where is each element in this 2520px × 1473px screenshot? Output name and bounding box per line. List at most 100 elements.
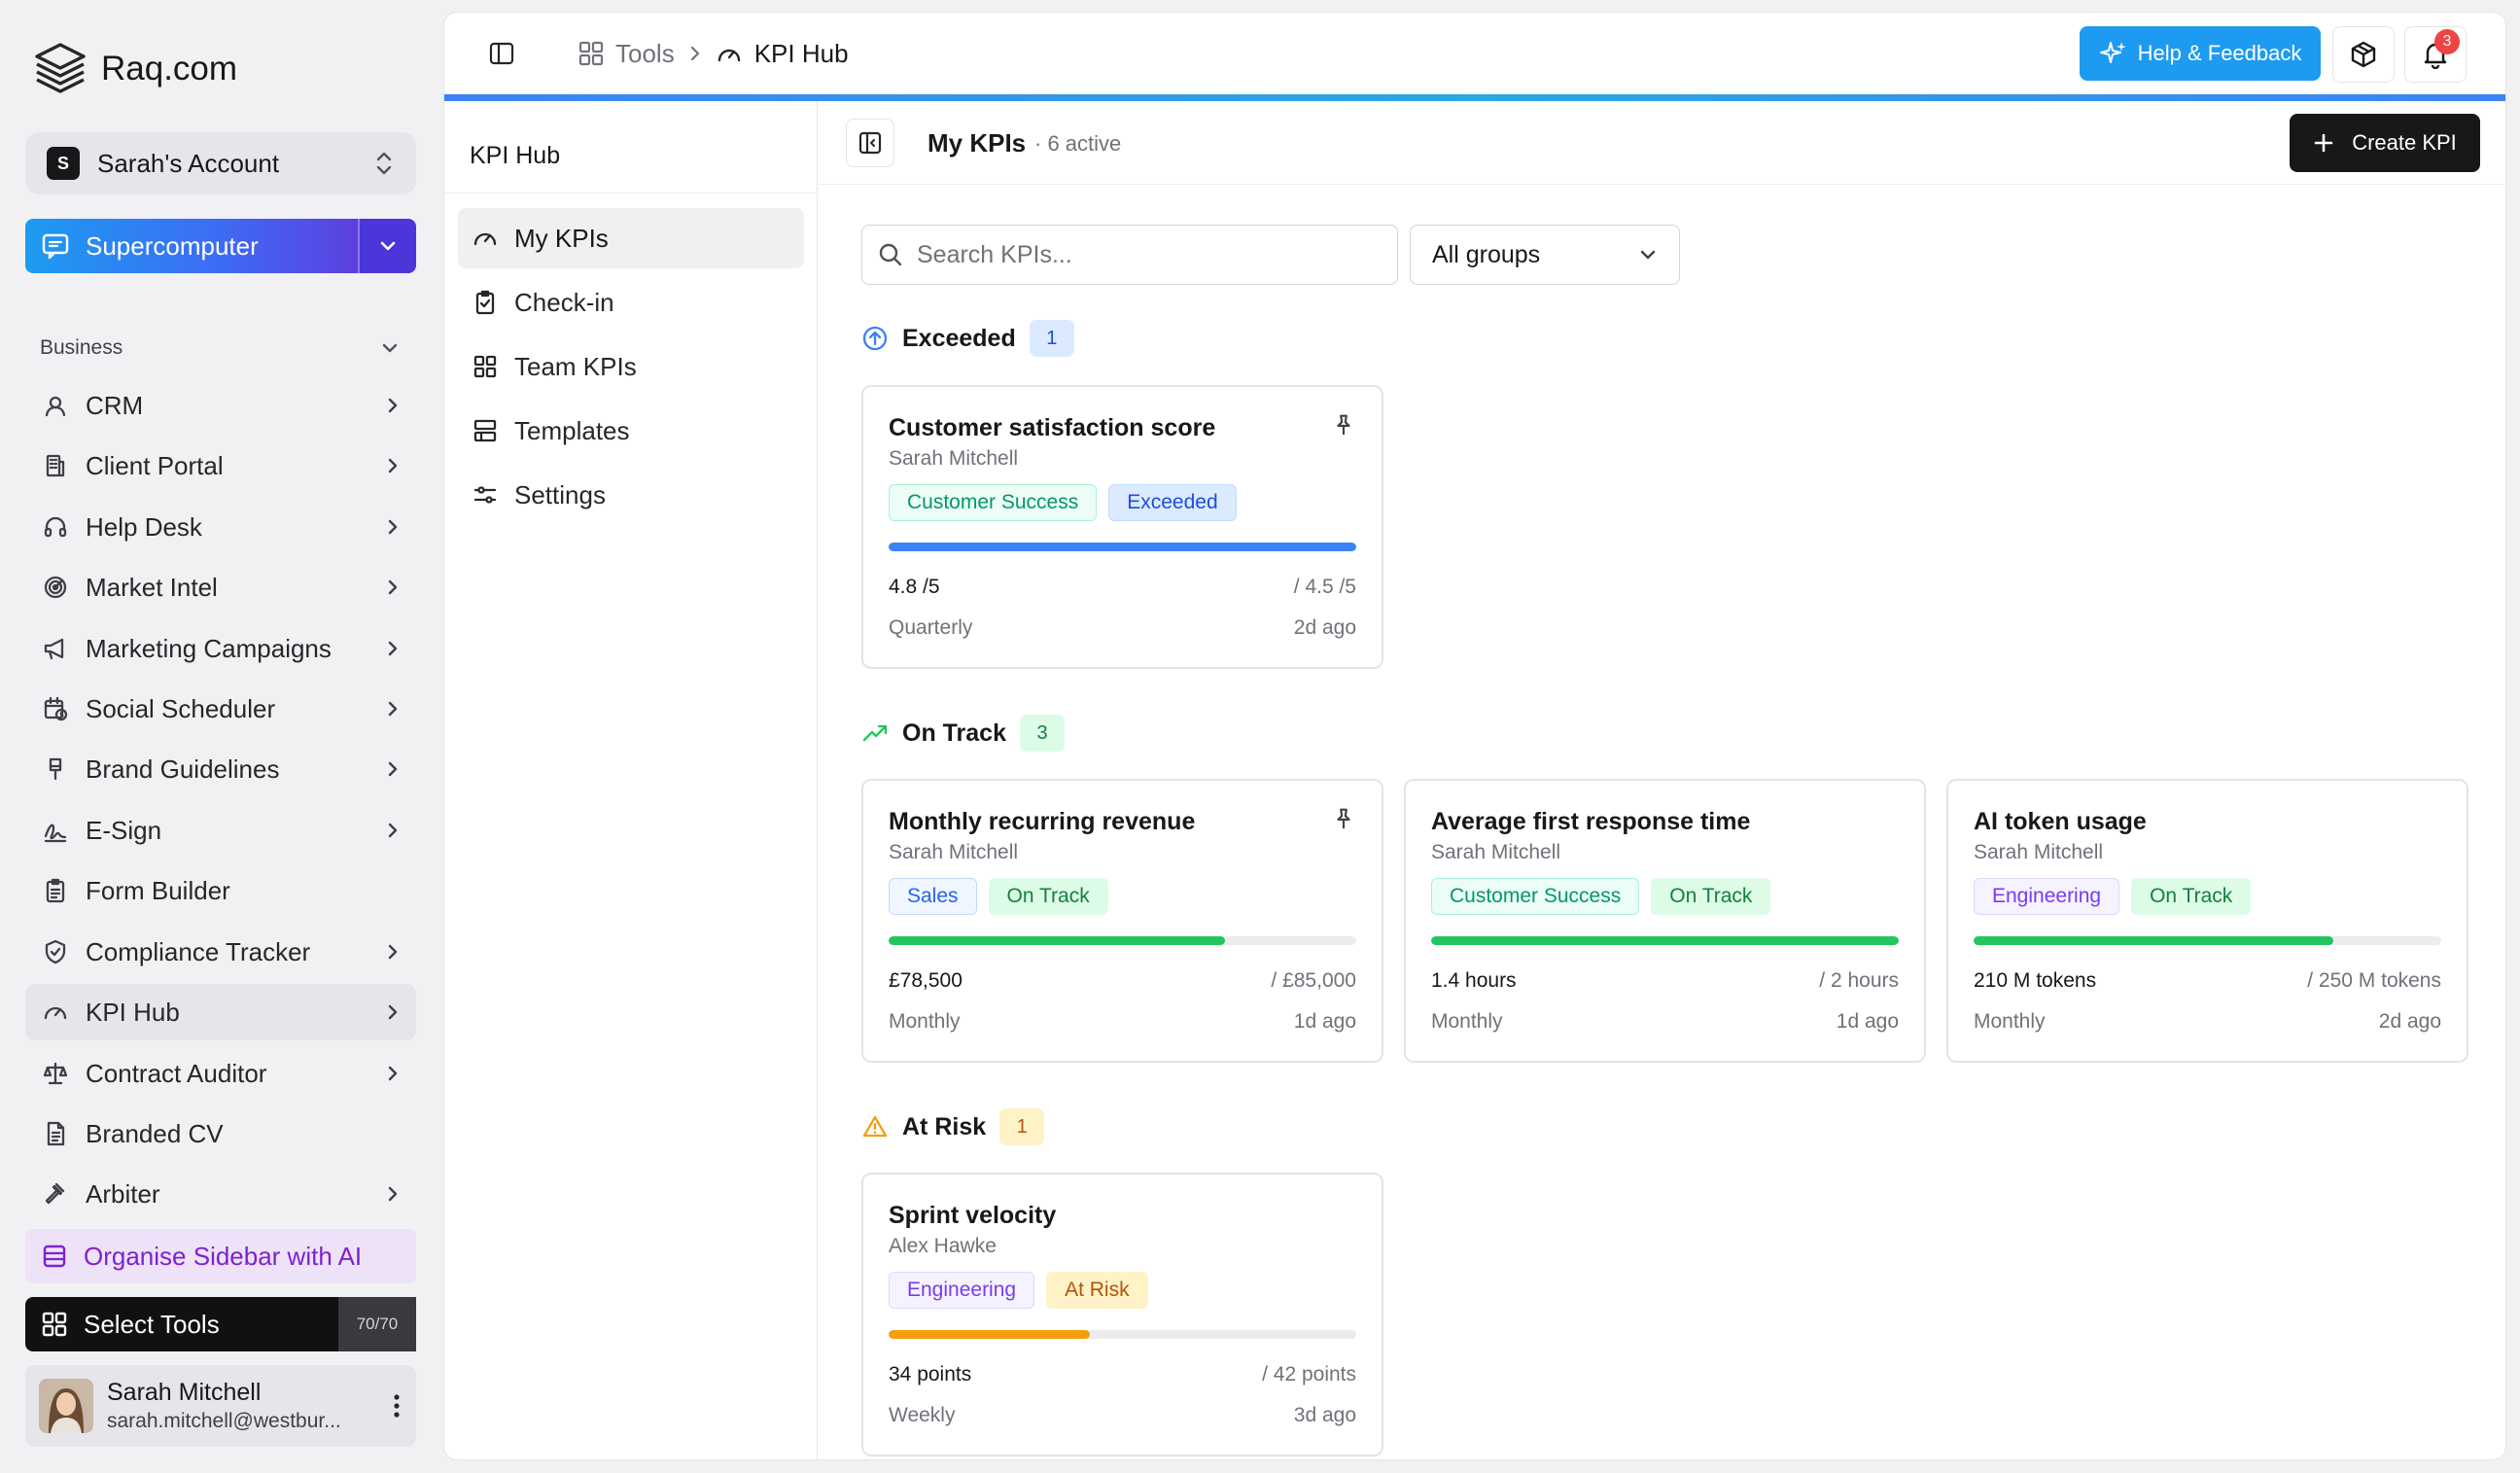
chevron-down-icon (1640, 250, 1656, 260)
kpi-tag: On Track (2131, 878, 2252, 915)
kpi-title: AI token usage (1974, 808, 2147, 835)
sidebar-item-compliance-tracker[interactable]: Compliance Tracker (25, 924, 416, 980)
group-name: On Track (902, 719, 1006, 747)
subnav-item-label: Templates (514, 415, 630, 445)
create-kpi-button[interactable]: Create KPI (2290, 114, 2480, 172)
chevron-right-icon (385, 1063, 401, 1084)
sidebar-item-client-portal[interactable]: Client Portal (25, 438, 416, 494)
kpi-progress-bar (889, 543, 1356, 551)
account-initial: S (47, 147, 80, 180)
search-field[interactable] (861, 225, 1398, 285)
sidebar-toggle-icon[interactable] (489, 42, 514, 65)
sidebar-item-brand-guidelines[interactable]: Brand Guidelines (25, 741, 416, 797)
subnav-item-check-in[interactable]: Check-in (458, 272, 804, 333)
clipboard-icon (41, 876, 70, 905)
kpi-period: Weekly (889, 1404, 956, 1426)
subnav-item-templates[interactable]: Templates (458, 401, 804, 461)
kpi-progress-fill (889, 1330, 1090, 1339)
chevron-right-icon (690, 46, 699, 61)
chevron-right-icon (385, 1001, 401, 1023)
content-header: My KPIs · 6 active Create KPI (819, 101, 2505, 185)
kpi-title: Sprint velocity (889, 1202, 1057, 1229)
sidebar-item-label: Social Scheduler (86, 693, 276, 723)
sidebar-item-contract-auditor[interactable]: Contract Auditor (25, 1045, 416, 1102)
user-name: Sarah Mitchell (107, 1379, 262, 1406)
kpi-progress-fill (1431, 936, 1899, 945)
megaphone-icon (41, 634, 70, 663)
sidebar-item-social-scheduler[interactable]: Social Scheduler (25, 681, 416, 737)
package-icon (2351, 41, 2376, 68)
select-tools-button[interactable]: Select Tools 70/70 (25, 1297, 416, 1351)
kpi-progress-fill (889, 543, 1356, 551)
sidebar-item-help-desk[interactable]: Help Desk (25, 499, 416, 555)
sidebar-item-form-builder[interactable]: Form Builder (25, 862, 416, 919)
kpi-progress-bar (1974, 936, 2441, 945)
chevron-right-icon (385, 577, 401, 598)
sidebar-item-arbiter[interactable]: Arbiter (25, 1166, 416, 1222)
sidebar-item-label: Marketing Campaigns (86, 633, 332, 663)
organise-sidebar-button[interactable]: Organise Sidebar with AI (25, 1229, 416, 1283)
subnav-item-label: Check-in (514, 287, 614, 317)
subnav-item-label: Team KPIs (514, 351, 637, 381)
kpi-card[interactable]: Sprint velocity Alex Hawke Engineering At R… (861, 1173, 1383, 1456)
subnav-item-my-kpis[interactable]: My KPIs (458, 208, 804, 268)
brand[interactable]: Raq.com (33, 37, 237, 101)
group-filter-select[interactable]: All groups (1410, 225, 1680, 285)
sidebar-item-label: Form Builder (86, 875, 230, 905)
breadcrumb-tools[interactable]: Tools (578, 39, 675, 69)
kpi-progress-bar (889, 1330, 1356, 1339)
user-profile[interactable]: Sarah Mitchell sarah.mitchell@westbur... (25, 1365, 416, 1447)
panel-left-icon (858, 131, 882, 155)
top-accent-bar (444, 94, 2505, 101)
group-header-exceeded: Exceeded 1 (861, 319, 1074, 358)
subnav-item-team-kpis[interactable]: Team KPIs (458, 336, 804, 397)
notifications-button[interactable]: 3 (2404, 26, 2467, 83)
kpi-owner: Alex Hawke (889, 1235, 997, 1257)
kpi-title: Customer satisfaction score (889, 414, 1216, 441)
kpi-owner: Sarah Mitchell (1974, 841, 2104, 863)
pin-icon[interactable] (1331, 806, 1356, 831)
sidebar-item-label: Client Portal (86, 450, 224, 480)
kpi-target-value: / 42 points (1262, 1363, 1356, 1385)
chevron-right-icon (385, 758, 401, 780)
package-button[interactable] (2332, 26, 2395, 83)
kpi-content: My KPIs · 6 active Create KPI All groups… (819, 101, 2505, 1459)
kpi-owner: Sarah Mitchell (1431, 841, 1561, 863)
organise-label: Organise Sidebar with AI (84, 1241, 363, 1271)
sidebar-item-e-sign[interactable]: E-Sign (25, 802, 416, 859)
kpi-title: Monthly recurring revenue (889, 808, 1196, 835)
sidebar-item-kpi-hub[interactable]: KPI Hub (25, 984, 416, 1040)
kpi-card[interactable]: Customer satisfaction score Sarah Mitchel… (861, 385, 1383, 669)
grid-icon (578, 41, 604, 66)
sidebar-item-market-intel[interactable]: Market Intel (25, 559, 416, 615)
kpi-tag: Sales (889, 878, 977, 915)
supercomputer-dropdown[interactable] (358, 219, 416, 273)
search-input[interactable] (917, 240, 1383, 269)
kpi-tag: Customer Success (1431, 878, 1640, 915)
sidebar-item-crm[interactable]: CRM (25, 377, 416, 434)
kpi-progress-fill (1974, 936, 2334, 945)
kpi-tag: Engineering (889, 1272, 1035, 1309)
kpi-card[interactable]: Average first response time Sarah Mitchel… (1404, 779, 1926, 1063)
panel-toggle-button[interactable] (846, 119, 894, 167)
account-switcher[interactable]: S Sarah's Account (25, 132, 416, 194)
kpi-current-value: 4.8 /5 (889, 576, 940, 598)
kpi-tag: Exceeded (1108, 484, 1237, 521)
supercomputer-button[interactable]: Supercomputer (25, 219, 358, 273)
kpi-card[interactable]: AI token usage Sarah Mitchell Engineering O… (1946, 779, 2468, 1063)
help-feedback-label: Help & Feedback (2137, 41, 2302, 65)
pin-icon[interactable] (1331, 412, 1356, 438)
grid-icon (41, 1311, 68, 1338)
subnav-item-settings[interactable]: Settings (458, 465, 804, 525)
help-feedback-button[interactable]: Help & Feedback (2080, 26, 2321, 81)
sidebar-item-marketing-campaigns[interactable]: Marketing Campaigns (25, 620, 416, 677)
chevron-right-icon (385, 516, 401, 538)
business-section-header[interactable]: Business (40, 336, 400, 360)
chevron-down-icon (382, 343, 398, 353)
more-vertical-icon[interactable] (377, 1393, 416, 1419)
kpi-card[interactable]: Monthly recurring revenue Sarah Mitchell S… (861, 779, 1383, 1063)
kpi-tags: Customer Success Exceeded (889, 484, 1237, 521)
list-icon (41, 1243, 68, 1270)
sidebar-item-branded-cv[interactable]: Branded CV (25, 1105, 416, 1162)
breadcrumb-current-label: KPI Hub (753, 38, 849, 68)
